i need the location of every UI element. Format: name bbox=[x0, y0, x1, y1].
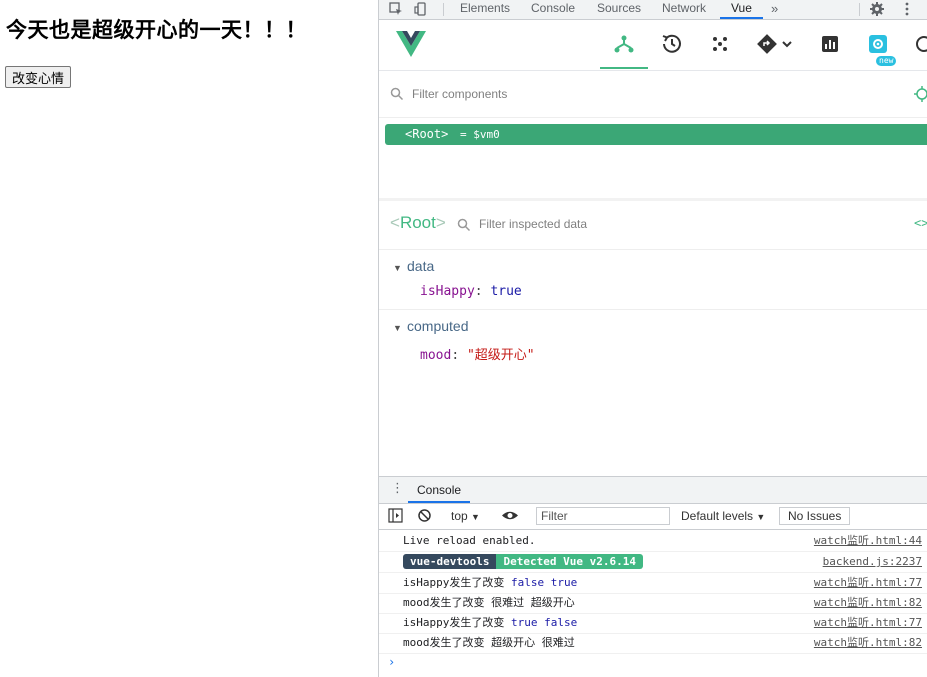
console-toolbar: top ▼ Filter Default levels ▼ No Issues bbox=[379, 504, 927, 530]
devtools-panel: Elements Console Sources Network Vue » n… bbox=[378, 0, 927, 677]
console-log-row: mood发生了改变 很难过 超级开心 watch监听.html:82 bbox=[379, 593, 927, 614]
routing-dropdown-icon[interactable] bbox=[755, 32, 795, 56]
log-source-link[interactable]: backend.js:2237 bbox=[823, 552, 922, 572]
log-source-link[interactable]: watch监听.html:44 bbox=[814, 531, 922, 551]
expand-triangle-icon: ▼ bbox=[393, 323, 402, 333]
chevron-down-icon: ▼ bbox=[756, 512, 766, 522]
vue-devtools-badge: vue-devtools bbox=[403, 554, 497, 569]
filter-inspected-data-input[interactable]: Filter inspected data bbox=[479, 217, 587, 231]
console-log-row: vue-devtools Detected Vue v2.6.14 backend… bbox=[379, 552, 927, 573]
open-source-code-icon[interactable]: <> bbox=[914, 216, 927, 230]
tab-vue[interactable]: Vue bbox=[720, 0, 763, 19]
drawer-menu-icon[interactable]: ⋮ bbox=[391, 481, 404, 496]
sidebar-toggle-icon[interactable] bbox=[388, 508, 403, 526]
console-prompt[interactable]: › bbox=[388, 655, 395, 669]
console-filter-input[interactable]: Filter bbox=[536, 507, 670, 525]
console-log-row: Live reload enabled. watch监听.html:44 bbox=[379, 531, 927, 552]
section-data-toggle[interactable]: ▼ data bbox=[393, 258, 434, 274]
change-mood-button[interactable]: 改变心情 bbox=[5, 66, 72, 88]
log-source-link[interactable]: watch监听.html:82 bbox=[814, 633, 922, 653]
component-tag: <Root> bbox=[405, 127, 449, 141]
log-levels-select[interactable]: Default levels ▼ bbox=[681, 509, 765, 523]
data-property-isHappy[interactable]: isHappy: true bbox=[420, 284, 522, 299]
search-icon bbox=[390, 86, 404, 105]
console-log-row: isHappy发生了改变 true false watch监听.html:77 bbox=[379, 613, 927, 634]
expand-triangle-icon: ▼ bbox=[393, 263, 402, 273]
log-source-link[interactable]: watch监听.html:82 bbox=[814, 593, 922, 613]
filter-components-input[interactable]: Filter components bbox=[412, 87, 507, 101]
console-log-row: mood发生了改变 超级开心 很难过 watch监听.html:82 bbox=[379, 633, 927, 654]
console-log-row: isHappy发生了改变 false true watch监听.html:77 bbox=[379, 573, 927, 594]
more-tabs-icon[interactable]: » bbox=[771, 0, 778, 19]
plugin-settings-icon[interactable] bbox=[866, 32, 890, 56]
tab-console[interactable]: Console bbox=[531, 0, 575, 19]
search-icon[interactable] bbox=[912, 32, 927, 56]
vue-logo-icon bbox=[396, 30, 426, 58]
tab-network[interactable]: Network bbox=[662, 0, 706, 19]
inspect-element-icon[interactable] bbox=[388, 1, 404, 17]
vue-devtools-toolbar bbox=[379, 20, 927, 71]
inspected-component-name: <Root> bbox=[390, 213, 446, 232]
drawer-tab-bar: ⋮ Console bbox=[379, 476, 927, 504]
section-computed-toggle[interactable]: ▼ computed bbox=[393, 318, 468, 334]
log-source-link[interactable]: watch监听.html:77 bbox=[814, 613, 922, 633]
drawer-tab-console[interactable]: Console bbox=[408, 477, 471, 503]
vue-version-badge: Detected Vue v2.6.14 bbox=[496, 554, 643, 569]
page-heading: 今天也是超级开心的一天！！！ bbox=[6, 18, 307, 42]
kebab-menu-icon[interactable] bbox=[899, 1, 915, 17]
timeline-history-icon[interactable] bbox=[660, 32, 684, 56]
search-icon bbox=[457, 217, 471, 236]
select-component-crosshair-icon[interactable] bbox=[914, 86, 927, 106]
device-toolbar-icon[interactable] bbox=[413, 1, 429, 17]
issues-button[interactable]: No Issues bbox=[779, 507, 851, 525]
components-tree-icon[interactable] bbox=[600, 32, 648, 69]
filter-components-row: Filter components bbox=[379, 71, 927, 118]
component-vm-ref: = $vm0 bbox=[460, 128, 500, 141]
new-badge: new bbox=[876, 56, 897, 66]
devtools-tab-bar: Elements Console Sources Network Vue » bbox=[379, 0, 927, 20]
tab-sources[interactable]: Sources bbox=[597, 0, 641, 19]
tab-elements[interactable]: Elements bbox=[460, 0, 510, 19]
settings-gear-icon[interactable] bbox=[869, 1, 885, 17]
inspector-header: <Root> Filter inspected data <> bbox=[379, 201, 927, 250]
context-select[interactable]: top ▼ bbox=[451, 509, 480, 523]
chevron-down-icon: ▼ bbox=[471, 512, 480, 522]
page-viewport: 今天也是超级开心的一天！！！ 改变心情 bbox=[0, 0, 378, 677]
vuex-chart-icon[interactable] bbox=[818, 32, 842, 56]
computed-property-mood[interactable]: mood: "超级开心" bbox=[420, 344, 535, 363]
live-expression-eye-icon[interactable] bbox=[501, 508, 519, 526]
component-tree-root-row[interactable]: <Root> = $vm0 bbox=[385, 124, 927, 145]
log-source-link[interactable]: watch监听.html:77 bbox=[814, 573, 922, 593]
clear-console-icon[interactable] bbox=[417, 508, 432, 526]
performance-grid-icon[interactable] bbox=[708, 32, 732, 56]
